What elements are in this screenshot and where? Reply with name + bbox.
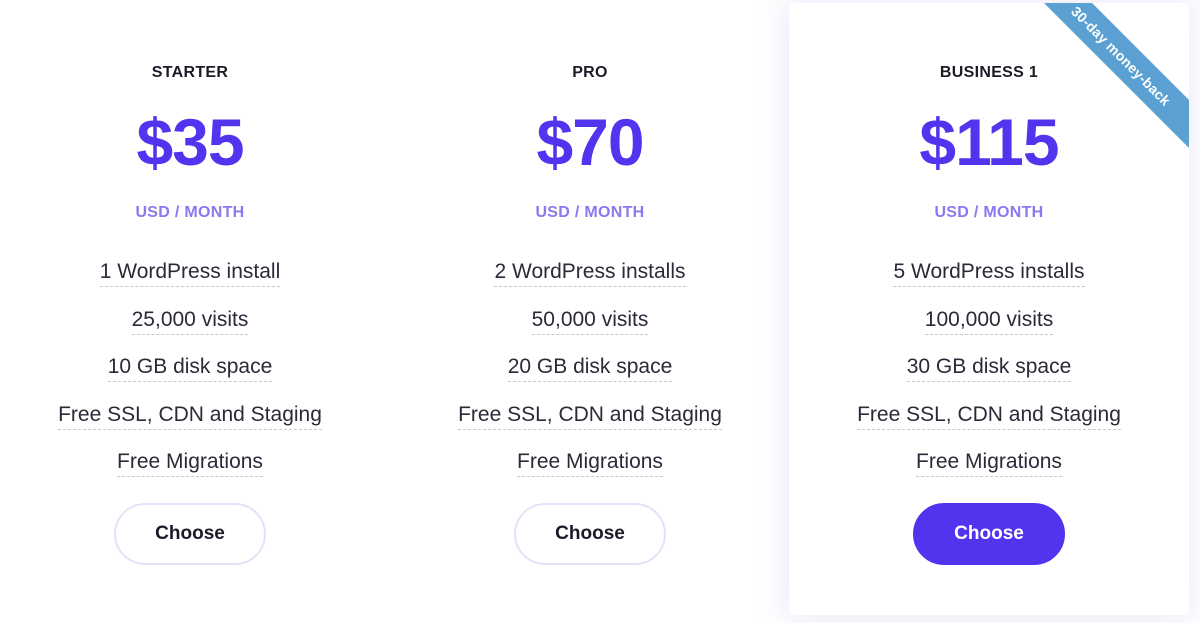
feature-item: 50,000 visits bbox=[531, 307, 649, 355]
feature-item: Free SSL, CDN and Staging bbox=[458, 402, 722, 450]
plan-price: $35 bbox=[136, 105, 244, 179]
plan-card-business-1: 30-day money-back BUSINESS 1 $115 USD / … bbox=[789, 3, 1189, 615]
feature-list: 1 WordPress install 25,000 visits 10 GB … bbox=[58, 259, 322, 497]
feature-text[interactable]: 50,000 visits bbox=[531, 307, 649, 335]
choose-business-1-button[interactable]: Choose bbox=[913, 502, 1065, 565]
feature-text[interactable]: Free SSL, CDN and Staging bbox=[458, 402, 722, 430]
feature-text[interactable]: Free SSL, CDN and Staging bbox=[58, 402, 322, 430]
plan-name: STARTER bbox=[151, 64, 229, 81]
feature-item: 20 GB disk space bbox=[507, 354, 673, 402]
choose-starter-button[interactable]: Choose bbox=[114, 502, 266, 565]
plan-card-pro: PRO $70 USD / MONTH 2 WordPress installs… bbox=[390, 0, 790, 623]
feature-text[interactable]: 100,000 visits bbox=[924, 307, 1054, 335]
feature-text[interactable]: 5 WordPress installs bbox=[893, 259, 1085, 287]
feature-item: Free Migrations bbox=[916, 449, 1062, 497]
feature-text[interactable]: Free Migrations bbox=[117, 449, 263, 477]
plan-name: BUSINESS 1 bbox=[939, 64, 1039, 81]
feature-item: 10 GB disk space bbox=[107, 354, 273, 402]
feature-item: Free SSL, CDN and Staging bbox=[58, 402, 322, 450]
feature-text[interactable]: Free SSL, CDN and Staging bbox=[857, 402, 1121, 430]
feature-text[interactable]: 25,000 visits bbox=[131, 307, 249, 335]
feature-text[interactable]: Free Migrations bbox=[916, 449, 1062, 477]
plan-period: USD / MONTH bbox=[135, 204, 245, 221]
feature-text[interactable]: 1 WordPress install bbox=[99, 259, 281, 287]
feature-list: 5 WordPress installs 100,000 visits 30 G… bbox=[857, 259, 1121, 497]
feature-text[interactable]: 2 WordPress installs bbox=[494, 259, 686, 287]
feature-text[interactable]: 20 GB disk space bbox=[507, 354, 673, 382]
feature-item: 1 WordPress install bbox=[99, 259, 281, 307]
feature-item: Free Migrations bbox=[517, 449, 663, 497]
plan-price: $115 bbox=[919, 105, 1059, 179]
choose-pro-button[interactable]: Choose bbox=[514, 502, 666, 565]
feature-item: 5 WordPress installs bbox=[893, 259, 1085, 307]
feature-text[interactable]: 30 GB disk space bbox=[906, 354, 1072, 382]
feature-item: Free Migrations bbox=[117, 449, 263, 497]
feature-item: Free SSL, CDN and Staging bbox=[857, 402, 1121, 450]
feature-list: 2 WordPress installs 50,000 visits 20 GB… bbox=[458, 259, 722, 497]
plan-period: USD / MONTH bbox=[934, 204, 1044, 221]
plan-price: $70 bbox=[536, 105, 644, 179]
feature-text[interactable]: 10 GB disk space bbox=[107, 354, 273, 382]
feature-item: 30 GB disk space bbox=[906, 354, 1072, 402]
feature-item: 100,000 visits bbox=[924, 307, 1054, 355]
feature-item: 2 WordPress installs bbox=[494, 259, 686, 307]
feature-text[interactable]: Free Migrations bbox=[517, 449, 663, 477]
plan-name: PRO bbox=[572, 64, 608, 81]
plan-period: USD / MONTH bbox=[535, 204, 645, 221]
feature-item: 25,000 visits bbox=[131, 307, 249, 355]
plan-card-starter: STARTER $35 USD / MONTH 1 WordPress inst… bbox=[0, 0, 390, 623]
